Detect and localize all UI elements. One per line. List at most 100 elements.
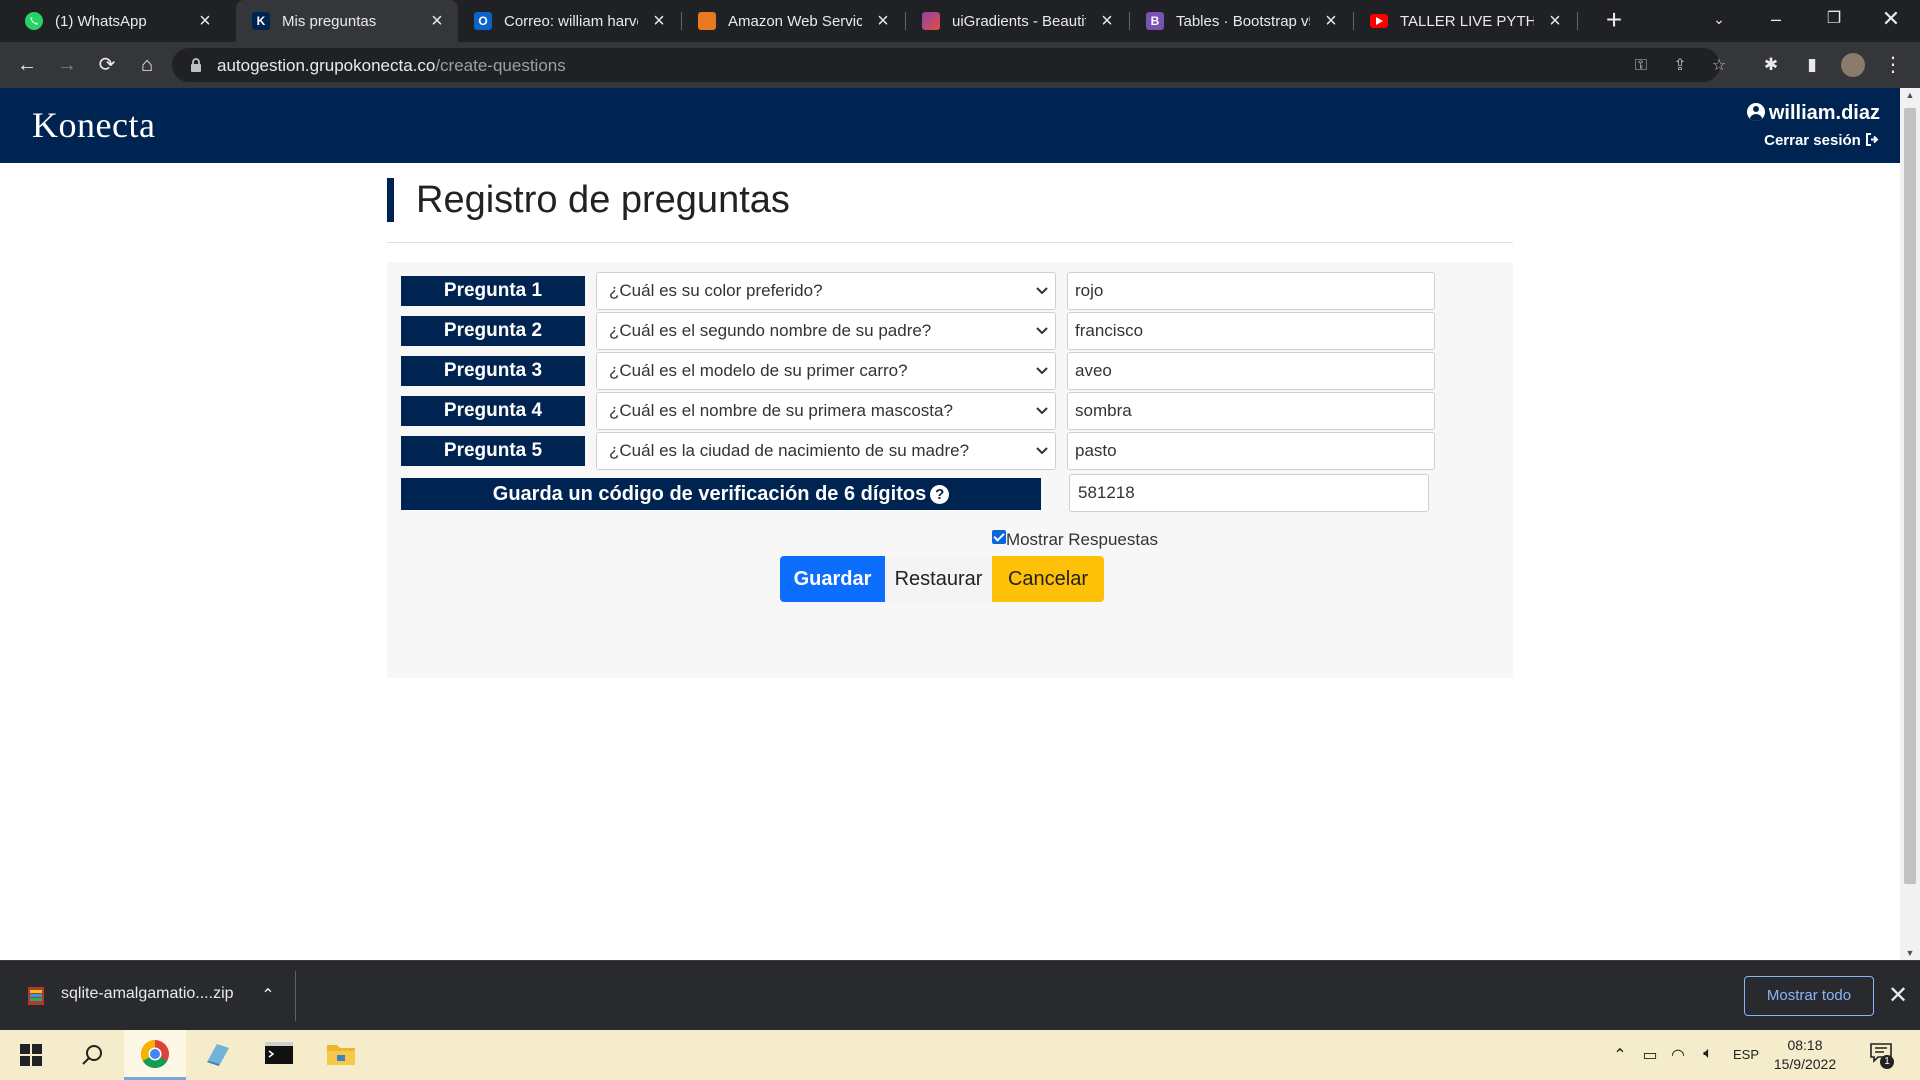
notification-center-icon[interactable]: 1: [1866, 1043, 1896, 1069]
tab-correo[interactable]: O Correo: william harvey ×: [458, 0, 680, 42]
sign-out-icon: [1866, 133, 1879, 146]
close-tab-icon[interactable]: ×: [650, 10, 668, 33]
url-text[interactable]: autogestion.grupokonecta.co/create-quest…: [217, 56, 566, 76]
search-icon: [82, 1045, 102, 1065]
wifi-icon[interactable]: ◠: [1666, 1045, 1690, 1065]
windows-taskbar: ⌃ ▭ ◠ 🔈︎ ESP 08:18 15/9/2022 1: [0, 1030, 1920, 1080]
answer-input-1[interactable]: rojo: [1067, 272, 1435, 310]
taskbar-notes-app[interactable]: [186, 1030, 248, 1080]
show-hidden-icons-chevron-icon[interactable]: ⌃: [1608, 1045, 1632, 1065]
scrollbar-thumb[interactable]: [1904, 108, 1916, 884]
show-all-downloads-button[interactable]: Mostrar todo: [1744, 976, 1874, 1016]
lock-icon[interactable]: [190, 57, 202, 73]
taskbar-terminal[interactable]: [248, 1030, 310, 1080]
tab-bootstrap[interactable]: B Tables · Bootstrap v5.0 ×: [1130, 0, 1352, 42]
tab-title: Tables · Bootstrap v5.0: [1176, 12, 1310, 30]
page-scrollbar[interactable]: ▲ ▼: [1900, 88, 1920, 960]
question-select-3[interactable]: ¿Cuál es el modelo de su primer carro?: [596, 352, 1056, 390]
question-select-1[interactable]: ¿Cuál es su color preferido?: [596, 272, 1056, 310]
outlook-icon: O: [474, 12, 492, 30]
share-icon[interactable]: ⇪: [1669, 55, 1691, 77]
verification-code-input[interactable]: 581218: [1069, 474, 1429, 512]
answer-input-3[interactable]: aveo: [1067, 352, 1435, 390]
close-tab-icon[interactable]: ×: [874, 10, 892, 33]
tab-mis-preguntas[interactable]: K Mis preguntas ×: [236, 0, 458, 42]
back-arrow-icon[interactable]: ←: [12, 50, 42, 80]
volume-icon[interactable]: 🔈︎: [1696, 1045, 1720, 1063]
username: william.diaz: [1768, 102, 1880, 124]
selected-question: ¿Cuál es el nombre de su primera mascost…: [609, 401, 953, 420]
close-window-icon[interactable]: ✕: [1862, 0, 1920, 42]
close-tab-icon[interactable]: ×: [1322, 10, 1340, 33]
answer-input-4[interactable]: sombra: [1067, 392, 1435, 430]
start-button[interactable]: [0, 1030, 62, 1080]
tab-title: Correo: william harvey: [504, 12, 638, 30]
tab-aws[interactable]: Amazon Web Services ×: [682, 0, 904, 42]
chevron-down-icon: [1036, 447, 1048, 455]
tab-youtube[interactable]: TALLER LIVE PYTHON ×: [1354, 0, 1576, 42]
cancel-button[interactable]: Cancelar: [992, 556, 1104, 602]
key-icon[interactable]: ⚿: [1630, 55, 1652, 77]
address-bar[interactable]: autogestion.grupokonecta.co/create-quest…: [172, 48, 1726, 82]
new-tab-button[interactable]: +: [1598, 5, 1630, 37]
answer-input-5[interactable]: pasto: [1067, 432, 1435, 470]
close-tab-icon[interactable]: ×: [428, 10, 446, 33]
question-circle-icon[interactable]: ?: [930, 485, 950, 504]
taskbar-file-explorer[interactable]: [310, 1030, 372, 1080]
download-file-name[interactable]: sqlite-amalgamatio....zip: [61, 985, 234, 1003]
battery-icon[interactable]: ▭: [1638, 1045, 1662, 1065]
bootstrap-icon: B: [1146, 12, 1164, 30]
show-answers-checkbox[interactable]: [991, 530, 1006, 544]
system-clock[interactable]: 08:18 15/9/2022: [1766, 1036, 1844, 1074]
clock-time: 08:18: [1787, 1037, 1823, 1053]
scroll-up-arrow-icon[interactable]: ▲: [1900, 90, 1920, 100]
konecta-logo[interactable]: Konecta: [32, 104, 155, 146]
chrome-icon: [141, 1040, 169, 1068]
tab-title: (1) WhatsApp: [55, 12, 147, 30]
title-divider: [387, 242, 1513, 243]
tab-search-chevron-icon[interactable]: ⌄: [1690, 0, 1748, 42]
question-select-2[interactable]: ¿Cuál es el segundo nombre de su padre?: [596, 312, 1056, 350]
logout-link[interactable]: Cerrar sesión: [1764, 132, 1880, 149]
tab-whatsapp[interactable]: (1) WhatsApp ×: [0, 0, 226, 42]
clock-date: 15/9/2022: [1773, 1056, 1837, 1072]
browser-toolbar: ← → ⟳ ⌂ autogestion.grupokonecta.co/crea…: [0, 42, 1920, 88]
verification-code-label: Guarda un código de verificación de 6 dí…: [401, 478, 1041, 510]
chevron-up-icon[interactable]: ⌃: [258, 985, 278, 1005]
tab-uigradients[interactable]: uiGradients - Beautiful ×: [906, 0, 1128, 42]
selected-question: ¿Cuál es su color preferido?: [609, 281, 823, 300]
minimize-window-icon[interactable]: –: [1747, 0, 1805, 42]
restore-window-icon[interactable]: ❐: [1805, 0, 1863, 42]
show-answers-label[interactable]: Mostrar Respuestas: [1006, 530, 1158, 549]
forward-arrow-icon[interactable]: →: [52, 50, 82, 80]
close-tab-icon[interactable]: ×: [1546, 10, 1564, 33]
taskbar-chrome[interactable]: [124, 1030, 186, 1080]
search-button[interactable]: [62, 1030, 124, 1080]
profile-avatar[interactable]: [1841, 53, 1865, 77]
question-label-3: Pregunta 3: [401, 356, 585, 386]
scroll-down-arrow-icon[interactable]: ▼: [1900, 948, 1920, 958]
menu-kebab-icon[interactable]: ⋮: [1882, 54, 1904, 76]
reload-icon[interactable]: ⟳: [92, 50, 122, 80]
youtube-icon: [1370, 14, 1388, 28]
notes-app-icon: [207, 1044, 229, 1066]
save-button[interactable]: Guardar: [780, 556, 885, 602]
close-tab-icon[interactable]: ×: [1098, 10, 1116, 33]
extensions-puzzle-icon[interactable]: ✱: [1760, 54, 1782, 76]
verification-label-text: Guarda un código de verificación de 6 dí…: [492, 483, 927, 505]
side-panel-icon[interactable]: ▮: [1801, 54, 1823, 76]
question-select-5[interactable]: ¿Cuál es la ciudad de nacimiento de su m…: [596, 432, 1056, 470]
page-viewport: Konecta william.diaz Cerrar sesión Regis…: [0, 88, 1900, 960]
input-language[interactable]: ESP: [1728, 1047, 1764, 1062]
notification-count: 1: [1880, 1055, 1894, 1069]
answer-input-2[interactable]: francisco: [1067, 312, 1435, 350]
tab-title: TALLER LIVE PYTHON: [1400, 12, 1534, 30]
show-answers-row: Mostrar Respuestas: [875, 530, 1275, 554]
close-tab-icon[interactable]: ×: [196, 10, 214, 33]
question-select-4[interactable]: ¿Cuál es el nombre de su primera mascost…: [596, 392, 1056, 430]
bookmark-star-icon[interactable]: ☆: [1708, 55, 1730, 77]
home-icon[interactable]: ⌂: [132, 50, 162, 80]
chevron-down-icon: [1036, 327, 1048, 335]
reset-button[interactable]: Restaurar: [885, 556, 992, 602]
close-downloads-icon[interactable]: ✕: [1886, 981, 1910, 1011]
